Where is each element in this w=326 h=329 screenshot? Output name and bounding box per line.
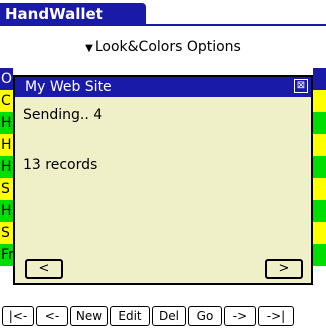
list-item-cell: C [0, 90, 13, 112]
list-item-cell: H [0, 156, 13, 178]
list-item-cell: O [0, 68, 13, 90]
list-item-tail [313, 112, 326, 134]
title-divider [0, 24, 326, 26]
list-item-tail [313, 68, 326, 90]
new-button[interactable]: New [70, 306, 108, 326]
list-item-cell: S [0, 222, 13, 244]
previous-record-button[interactable]: <- [36, 306, 68, 326]
list-item-cell: S [0, 178, 13, 200]
list-item-tail [313, 90, 326, 112]
dialog-title-bar: My Web Site ⊠ [15, 77, 311, 97]
dropdown-arrow-icon: ▼ [85, 43, 93, 54]
list-item-cell: H [0, 112, 13, 134]
first-record-button[interactable]: |<- [2, 306, 34, 326]
records-count: 13 records [23, 157, 98, 173]
list-item-tail [313, 200, 326, 222]
next-button[interactable]: > [265, 259, 303, 279]
edit-button[interactable]: Edit [110, 306, 150, 326]
list-item-tail [313, 156, 326, 178]
options-menu-label: Look&Colors Options [94, 39, 241, 55]
app-title-tab[interactable]: HandWallet [0, 3, 146, 25]
bottom-toolbar: |<- <- New Edit Del Go -> ->| [2, 306, 324, 326]
app-title: HandWallet [5, 5, 103, 23]
delete-button[interactable]: Del [152, 306, 186, 326]
previous-button[interactable]: < [25, 259, 63, 279]
list-item-tail [313, 178, 326, 200]
last-record-button[interactable]: ->| [258, 306, 294, 326]
list-item-tail [313, 134, 326, 156]
dialog-title: My Web Site [25, 79, 112, 95]
list-item-cell: H [0, 134, 13, 156]
list-item-tail [313, 244, 326, 266]
sending-status: Sending.. 4 [23, 107, 103, 123]
next-record-button[interactable]: -> [224, 306, 256, 326]
list-item-tail [313, 222, 326, 244]
list-item-cell: H [0, 200, 13, 222]
go-button[interactable]: Go [188, 306, 222, 326]
close-icon[interactable]: ⊠ [294, 79, 308, 93]
list-item-cell: Fr [0, 244, 13, 266]
options-menu-dropdown[interactable]: ▼ Look&Colors Options [0, 36, 326, 58]
web-site-dialog: My Web Site ⊠ Sending.. 4 13 records < > [13, 75, 313, 285]
